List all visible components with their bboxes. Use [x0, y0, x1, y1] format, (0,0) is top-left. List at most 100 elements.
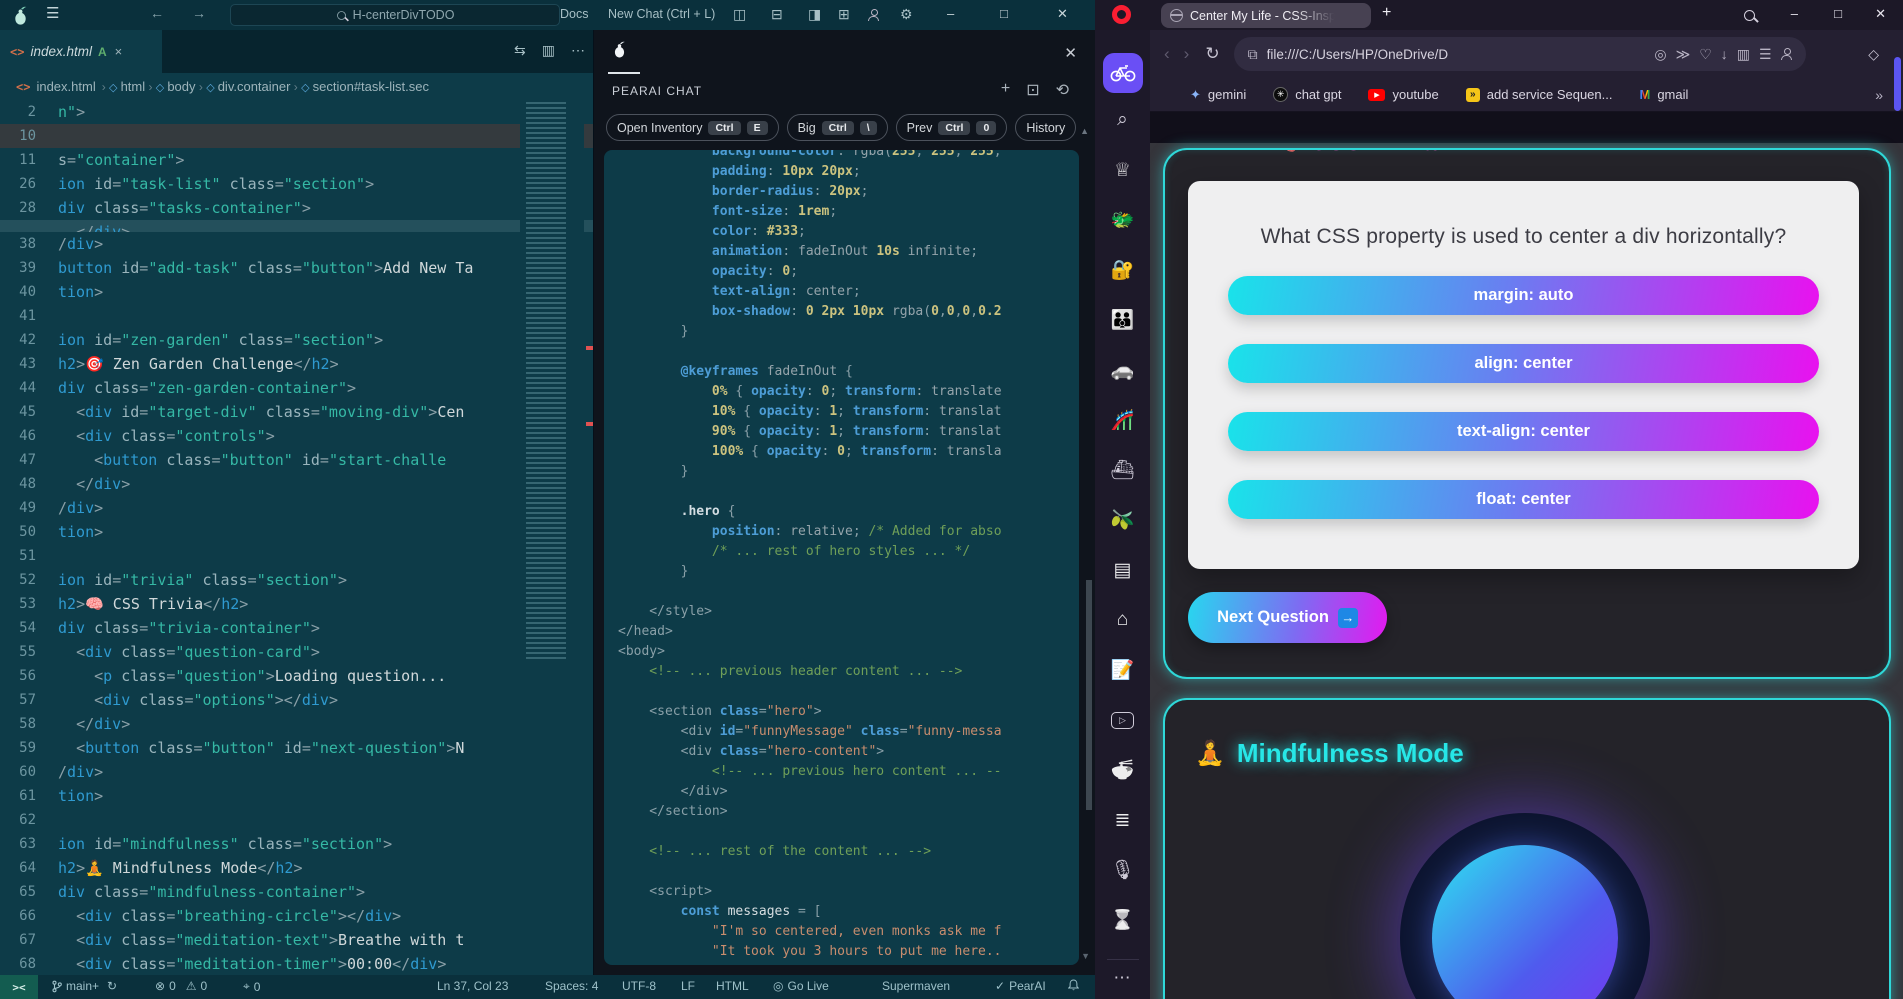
- bookmark-chat-gpt[interactable]: ✳ chat gpt: [1273, 87, 1341, 102]
- pearai-status-item[interactable]: ✓ PearAI: [995, 979, 1046, 993]
- bookmark-add-service-sequen-[interactable]: » add service Sequen...: [1465, 87, 1612, 102]
- expand-frame-icon[interactable]: ⊡: [1026, 80, 1039, 100]
- more-options-icon[interactable]: ⋯: [1114, 968, 1132, 988]
- chat-pill-prev[interactable]: Prev Ctrl 0: [895, 114, 1008, 141]
- command-search-box[interactable]: H-centerDivTODO: [230, 4, 560, 26]
- dragon-icon[interactable]: 🐲: [1103, 207, 1143, 233]
- reading-list-icon[interactable]: ▥: [1737, 46, 1750, 63]
- car-icon[interactable]: 🚗: [1103, 357, 1143, 383]
- breadcrumb-item[interactable]: body: [167, 79, 195, 94]
- indentation-item[interactable]: Spaces: 4: [545, 979, 598, 993]
- docs-menu-item[interactable]: Docs: [560, 7, 588, 21]
- split-editor-icon[interactable]: ◫: [733, 6, 746, 23]
- minimap[interactable]: [520, 100, 584, 975]
- chat-pill-history[interactable]: History: [1015, 114, 1077, 141]
- chat-close-icon[interactable]: ✕: [1064, 44, 1077, 62]
- tab-index-html[interactable]: <> index.html A ×: [0, 30, 162, 73]
- breadcrumb-file[interactable]: index.html: [36, 79, 95, 94]
- reload-icon[interactable]: ↻: [1205, 44, 1219, 64]
- breadcrumb-item[interactable]: div.container: [218, 79, 291, 94]
- window-minimize-button[interactable]: –: [1791, 6, 1798, 21]
- language-item[interactable]: HTML: [716, 979, 749, 993]
- bookmark-gmail[interactable]: Mgmail: [1639, 87, 1688, 102]
- quiz-option[interactable]: text-align: center: [1228, 412, 1819, 451]
- chat-pill-open-inventory[interactable]: Open Inventory Ctrl E: [606, 114, 779, 141]
- extensions-cube-icon[interactable]: ◇: [1868, 46, 1879, 63]
- ferry-icon[interactable]: ⛴: [1103, 457, 1143, 483]
- back-arrow-icon[interactable]: ‹: [1164, 44, 1170, 64]
- page-scrollbar[interactable]: [1894, 57, 1901, 111]
- document-icon[interactable]: ▤: [1103, 557, 1143, 583]
- new-chat-icon[interactable]: +: [1001, 80, 1010, 100]
- more-actions-icon[interactable]: ⋯: [571, 42, 585, 59]
- menu-icon[interactable]: ☰: [46, 4, 59, 22]
- quiz-option[interactable]: align: center: [1228, 344, 1819, 383]
- window-maximize-button[interactable]: □: [1834, 6, 1842, 21]
- split-columns-icon[interactable]: ▥: [542, 42, 555, 59]
- chat-code-block[interactable]: background-color: rgba(255, 255, 255, pa…: [604, 150, 1079, 965]
- tab-close-icon[interactable]: ×: [115, 44, 123, 59]
- address-field[interactable]: ⧉ file:///C:/Users/HP/OneDrive/D ◎ ≫ ♡ ↓…: [1233, 37, 1806, 71]
- workspace-bicycle-icon[interactable]: [1102, 53, 1143, 93]
- new-chat-menu-item[interactable]: New Chat (Ctrl + L): [608, 7, 715, 21]
- olives-icon[interactable]: 🫒: [1103, 507, 1143, 533]
- scroll-down-icon[interactable]: ▼: [1081, 951, 1090, 961]
- compare-icon[interactable]: ⇆: [514, 42, 526, 59]
- window-maximize-button[interactable]: □: [1000, 6, 1008, 21]
- scroll-up-icon[interactable]: ▲: [1080, 126, 1089, 136]
- cursor-position-item[interactable]: Ln 37, Col 23: [437, 979, 508, 993]
- url-text[interactable]: file:///C:/Users/HP/OneDrive/D: [1267, 47, 1646, 62]
- memo-icon[interactable]: 📝: [1103, 657, 1143, 683]
- family-icon[interactable]: 👪: [1103, 307, 1143, 333]
- breadcrumb[interactable]: <> index.html › ◇ html › ◇ body › ◇ div.…: [0, 73, 593, 100]
- window-close-button[interactable]: ✕: [1875, 6, 1886, 22]
- noodle-bowl-icon[interactable]: 🍜: [1103, 757, 1143, 783]
- breadcrumb-item[interactable]: html: [121, 79, 146, 94]
- eol-item[interactable]: LF: [681, 979, 695, 993]
- forward-arrow-icon[interactable]: ›: [1184, 44, 1190, 64]
- opera-logo-icon[interactable]: [1112, 5, 1131, 24]
- settings-gear-icon[interactable]: ⚙: [900, 6, 913, 23]
- layout-grid-icon[interactable]: ⊞: [838, 6, 850, 23]
- code-editor[interactable]: 2 n"> 10 11 s="container"> 26 ion id="task-lis…: [0, 100, 593, 975]
- home-icon[interactable]: ⌂: [1103, 607, 1143, 633]
- roller-coaster-icon[interactable]: 🎢: [1103, 407, 1143, 433]
- share-icon[interactable]: ≫: [1676, 46, 1691, 63]
- search-icon[interactable]: ⌕: [1103, 107, 1143, 133]
- window-close-button[interactable]: ✕: [1057, 6, 1068, 22]
- quiz-option[interactable]: float: center: [1228, 480, 1819, 519]
- supermaven-item[interactable]: Supermaven: [882, 979, 950, 993]
- problems-item[interactable]: ⊗ 0 ⚠ 0: [155, 979, 207, 993]
- chat-scrollbar[interactable]: [1086, 580, 1092, 810]
- hourglass-icon[interactable]: ⌛: [1103, 907, 1143, 933]
- browser-tab[interactable]: Center My Life - CSS-Inspi: [1161, 3, 1371, 28]
- next-question-button[interactable]: Next Question →: [1188, 592, 1387, 643]
- ports-item[interactable]: ⌖ 0: [243, 979, 260, 994]
- chat-pill-big[interactable]: Big Ctrl \: [786, 114, 888, 141]
- back-arrow-icon[interactable]: ←: [150, 5, 164, 21]
- lock-icon[interactable]: 🔐: [1103, 257, 1143, 283]
- breadcrumb-item[interactable]: section#task-list.sec: [313, 79, 429, 94]
- account-icon[interactable]: [868, 8, 879, 24]
- microphone-icon[interactable]: 🎙: [1103, 857, 1143, 883]
- bookmark-youtube[interactable]: ▶ youtube: [1368, 87, 1439, 102]
- git-branch-item[interactable]: main+ ↻: [52, 979, 117, 993]
- toggle-sidebar-icon[interactable]: ◨: [808, 6, 821, 23]
- remote-indicator[interactable]: ><: [0, 975, 38, 999]
- bookmark-heart-icon[interactable]: ♡: [1699, 46, 1712, 63]
- list-icon[interactable]: ≣: [1103, 807, 1143, 833]
- bookmark-gemini[interactable]: ✦ gemini: [1190, 87, 1246, 103]
- snapshot-camera-icon[interactable]: ◎: [1654, 46, 1666, 63]
- window-minimize-button[interactable]: –: [947, 6, 954, 21]
- search-icon[interactable]: [1744, 9, 1755, 24]
- go-live-item[interactable]: ◎ Go Live: [773, 979, 829, 993]
- profile-icon[interactable]: [1780, 48, 1792, 60]
- tune-sliders-icon[interactable]: ☰: [1759, 46, 1772, 63]
- history-icon[interactable]: ⟲: [1056, 80, 1069, 100]
- encoding-item[interactable]: UTF-8: [622, 979, 656, 993]
- chat-pear-tab-icon[interactable]: [612, 40, 627, 63]
- crown-icon[interactable]: ♕: [1103, 157, 1143, 183]
- toggle-panel-icon[interactable]: ⊟: [771, 6, 783, 23]
- quiz-option[interactable]: margin: auto: [1228, 276, 1819, 315]
- new-tab-button[interactable]: +: [1382, 4, 1391, 22]
